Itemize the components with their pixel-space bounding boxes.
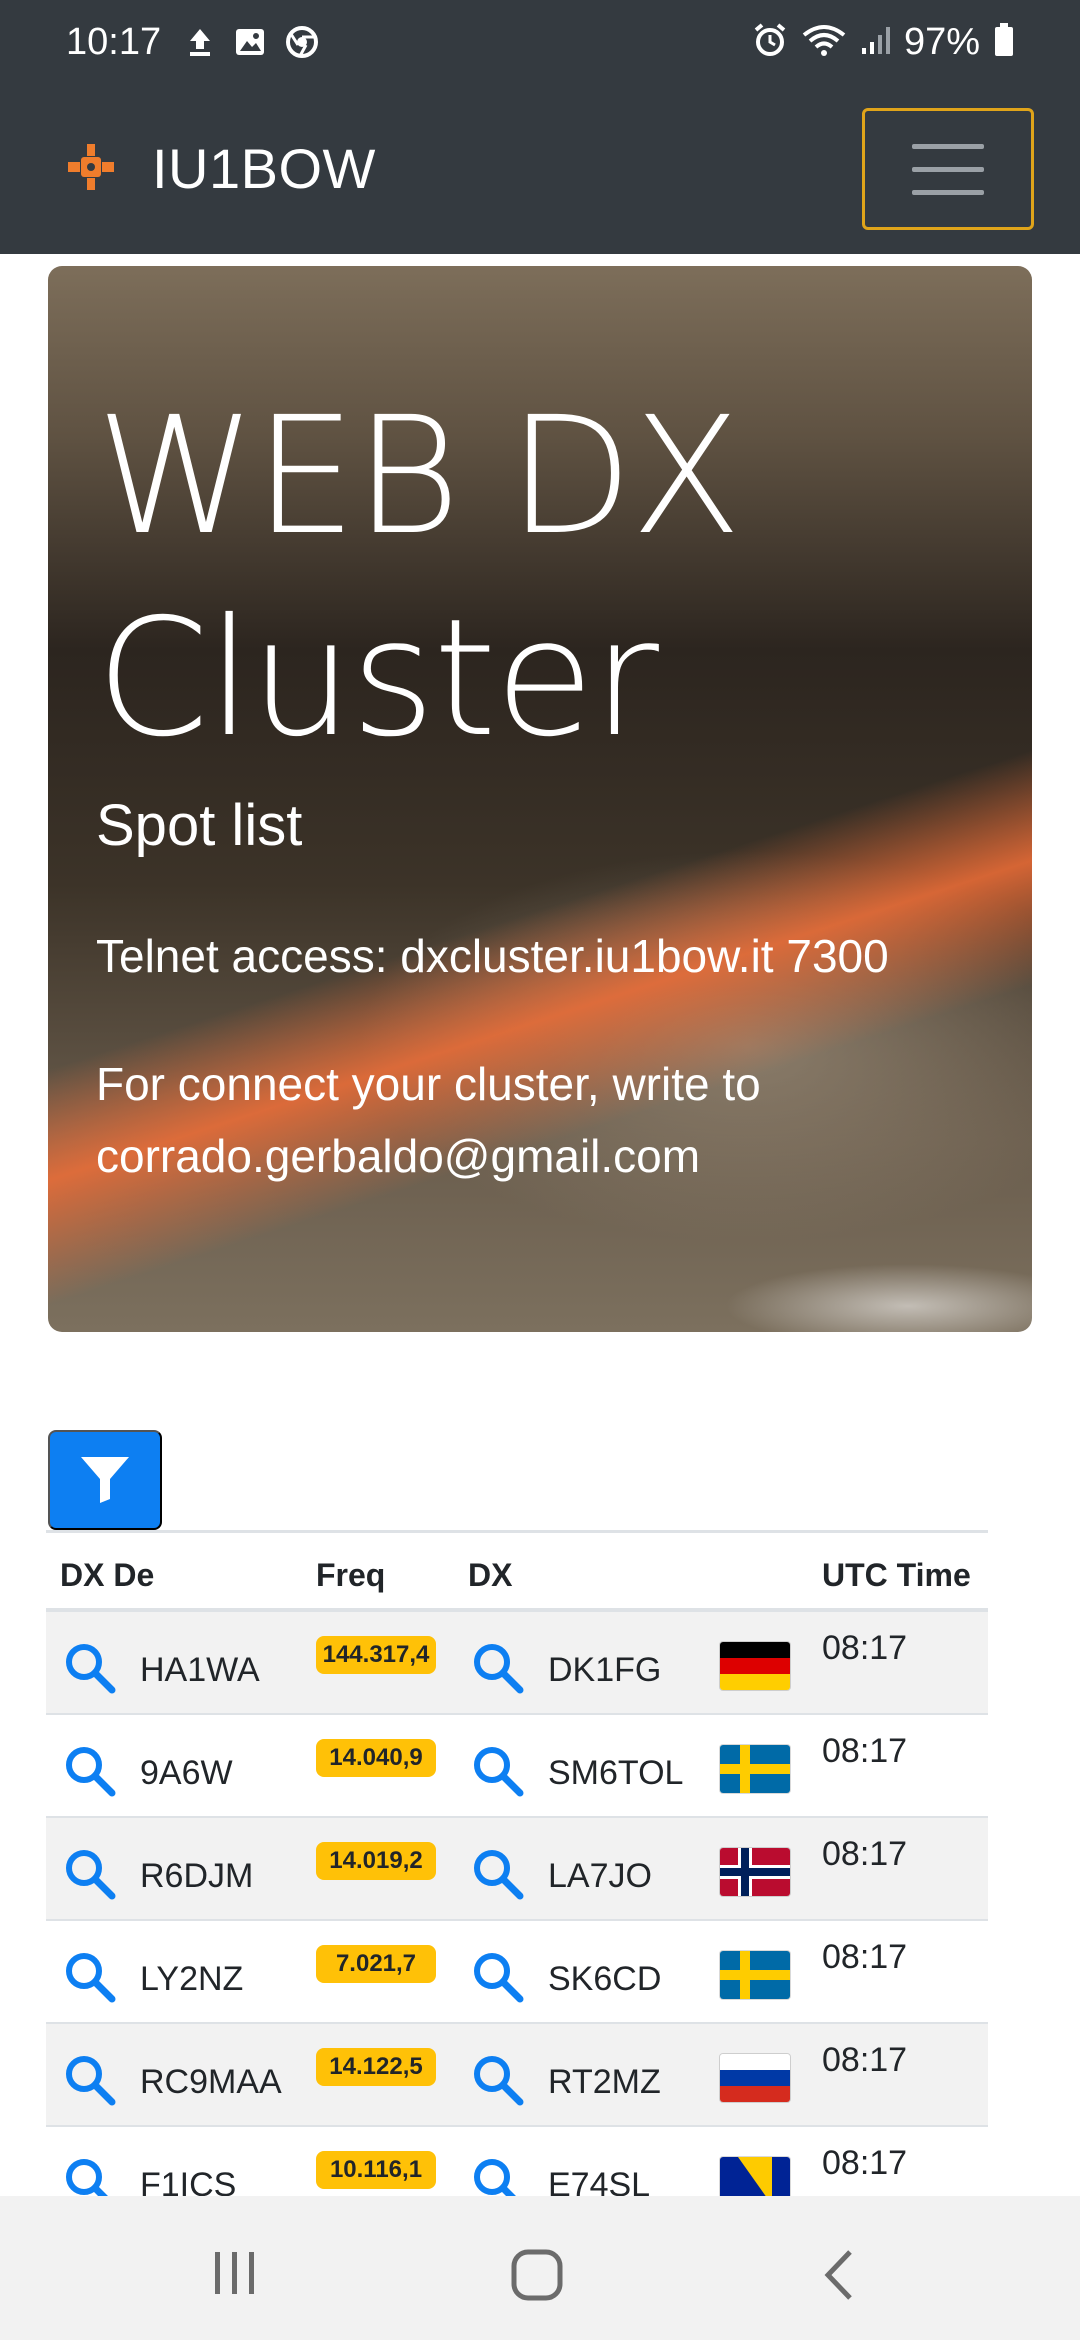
germany-flag-icon: [720, 1642, 790, 1690]
status-icons-right: 97%: [752, 18, 1014, 66]
search-icon[interactable]: [62, 1949, 118, 2014]
dx-de-callsign: LY2NZ: [140, 1960, 244, 1998]
image-icon: [234, 27, 266, 62]
search-icon[interactable]: [470, 1743, 526, 1808]
table-row: LY2NZ 7.021,7 SK6CD 08:17: [46, 1921, 988, 2024]
utc-time: 08:17: [822, 1732, 908, 1770]
search-icon[interactable]: [470, 1846, 526, 1911]
russia-flag-icon: [720, 2054, 790, 2102]
chrome-icon: [286, 25, 318, 63]
search-icon[interactable]: [62, 1640, 118, 1705]
battery-percent: 97%: [903, 21, 980, 63]
status-time: 10:17: [66, 21, 162, 63]
menu-toggle-button[interactable]: [862, 108, 1034, 230]
dx-de-callsign: HA1WA: [140, 1651, 260, 1689]
header-utc-time: UTC Time: [822, 1557, 971, 1593]
brand-title: IU1BOW: [152, 137, 376, 200]
upload-icon: [186, 27, 214, 62]
norway-flag-icon: [720, 1848, 790, 1896]
header-dx-de: DX De: [60, 1557, 155, 1593]
wifi-icon: [802, 23, 846, 62]
contact-info: For connect your cluster, write to corra…: [96, 1058, 761, 1182]
utc-time: 08:17: [822, 1938, 908, 1976]
search-icon[interactable]: [470, 2052, 526, 2117]
frequency-badge: 10.116,1: [316, 2151, 436, 2189]
search-icon[interactable]: [470, 1640, 526, 1705]
search-icon[interactable]: [62, 2052, 118, 2117]
table-row: R6DJM 14.019,2 LA7JO 08:17: [46, 1818, 988, 1921]
table-row: RC9MAA 14.122,5 RT2MZ 08:17: [46, 2024, 988, 2127]
search-icon[interactable]: [470, 1949, 526, 2014]
status-icons-left: [186, 24, 318, 64]
frequency-badge: 14.122,5: [316, 2048, 436, 2086]
home-icon[interactable]: [510, 2248, 564, 2307]
sweden-flag-icon: [720, 1745, 790, 1793]
table-header: DX De Freq DX UTC Time: [46, 1530, 988, 1612]
dx-callsign: LA7JO: [548, 1857, 652, 1895]
utc-time: 08:17: [822, 1835, 908, 1873]
search-icon[interactable]: [62, 1743, 118, 1808]
back-icon[interactable]: [820, 2248, 860, 2307]
filter-icon: [77, 1451, 133, 1510]
frequency-badge: 14.040,9: [316, 1739, 436, 1777]
filter-button[interactable]: [48, 1430, 162, 1530]
satellite-icon: [66, 142, 116, 197]
dx-de-callsign: 9A6W: [140, 1754, 233, 1792]
utc-time: 08:17: [822, 1629, 908, 1667]
dx-callsign: DK1FG: [548, 1651, 662, 1689]
dx-callsign: RT2MZ: [548, 2063, 661, 2101]
dx-de-callsign: RC9MAA: [140, 2063, 282, 2101]
header-dx: DX: [468, 1557, 513, 1593]
battery-icon: [994, 22, 1014, 62]
hamburger-icon: [912, 143, 984, 149]
navbar: IU1BOW: [0, 84, 1080, 254]
recents-icon[interactable]: [210, 2248, 260, 2303]
utc-time: 08:17: [822, 2144, 908, 2182]
hero-banner: WEB DX Cluster Spot list Telnet access: …: [48, 266, 1032, 1332]
dx-de-callsign: R6DJM: [140, 1857, 254, 1895]
sweden-flag-icon: [720, 1951, 790, 1999]
table-body: HA1WA 144.317,4 DK1FG 08:17 9A6W 14.040,9 SM6T…: [46, 1612, 988, 2230]
page-title: WEB DX Cluster: [96, 383, 742, 773]
brand-link[interactable]: IU1BOW: [66, 136, 376, 202]
hero-subtitle: Spot list: [96, 793, 303, 858]
frequency-badge: 14.019,2: [316, 1842, 436, 1880]
table-row: HA1WA 144.317,4 DK1FG 08:17: [46, 1612, 988, 1715]
utc-time: 08:17: [822, 2041, 908, 2079]
signal-icon: [860, 24, 890, 61]
search-icon[interactable]: [62, 1846, 118, 1911]
alarm-icon: [752, 22, 788, 63]
system-nav-bar: [0, 2196, 1080, 2340]
dx-callsign: SK6CD: [548, 1960, 662, 1998]
spots-table: DX De Freq DX UTC Time HA1WA 144.317,4 DK1…: [46, 1530, 988, 2230]
telnet-info: Telnet access: dxcluster.iu1bow.it 7300: [96, 930, 889, 982]
header-freq: Freq: [316, 1557, 386, 1593]
frequency-badge: 7.021,7: [316, 1945, 436, 1983]
status-bar: 10:17 97%: [0, 0, 1080, 84]
frequency-badge: 144.317,4: [316, 1636, 436, 1674]
table-row: 9A6W 14.040,9 SM6TOL 08:17: [46, 1715, 988, 1818]
dx-callsign: SM6TOL: [548, 1754, 684, 1792]
